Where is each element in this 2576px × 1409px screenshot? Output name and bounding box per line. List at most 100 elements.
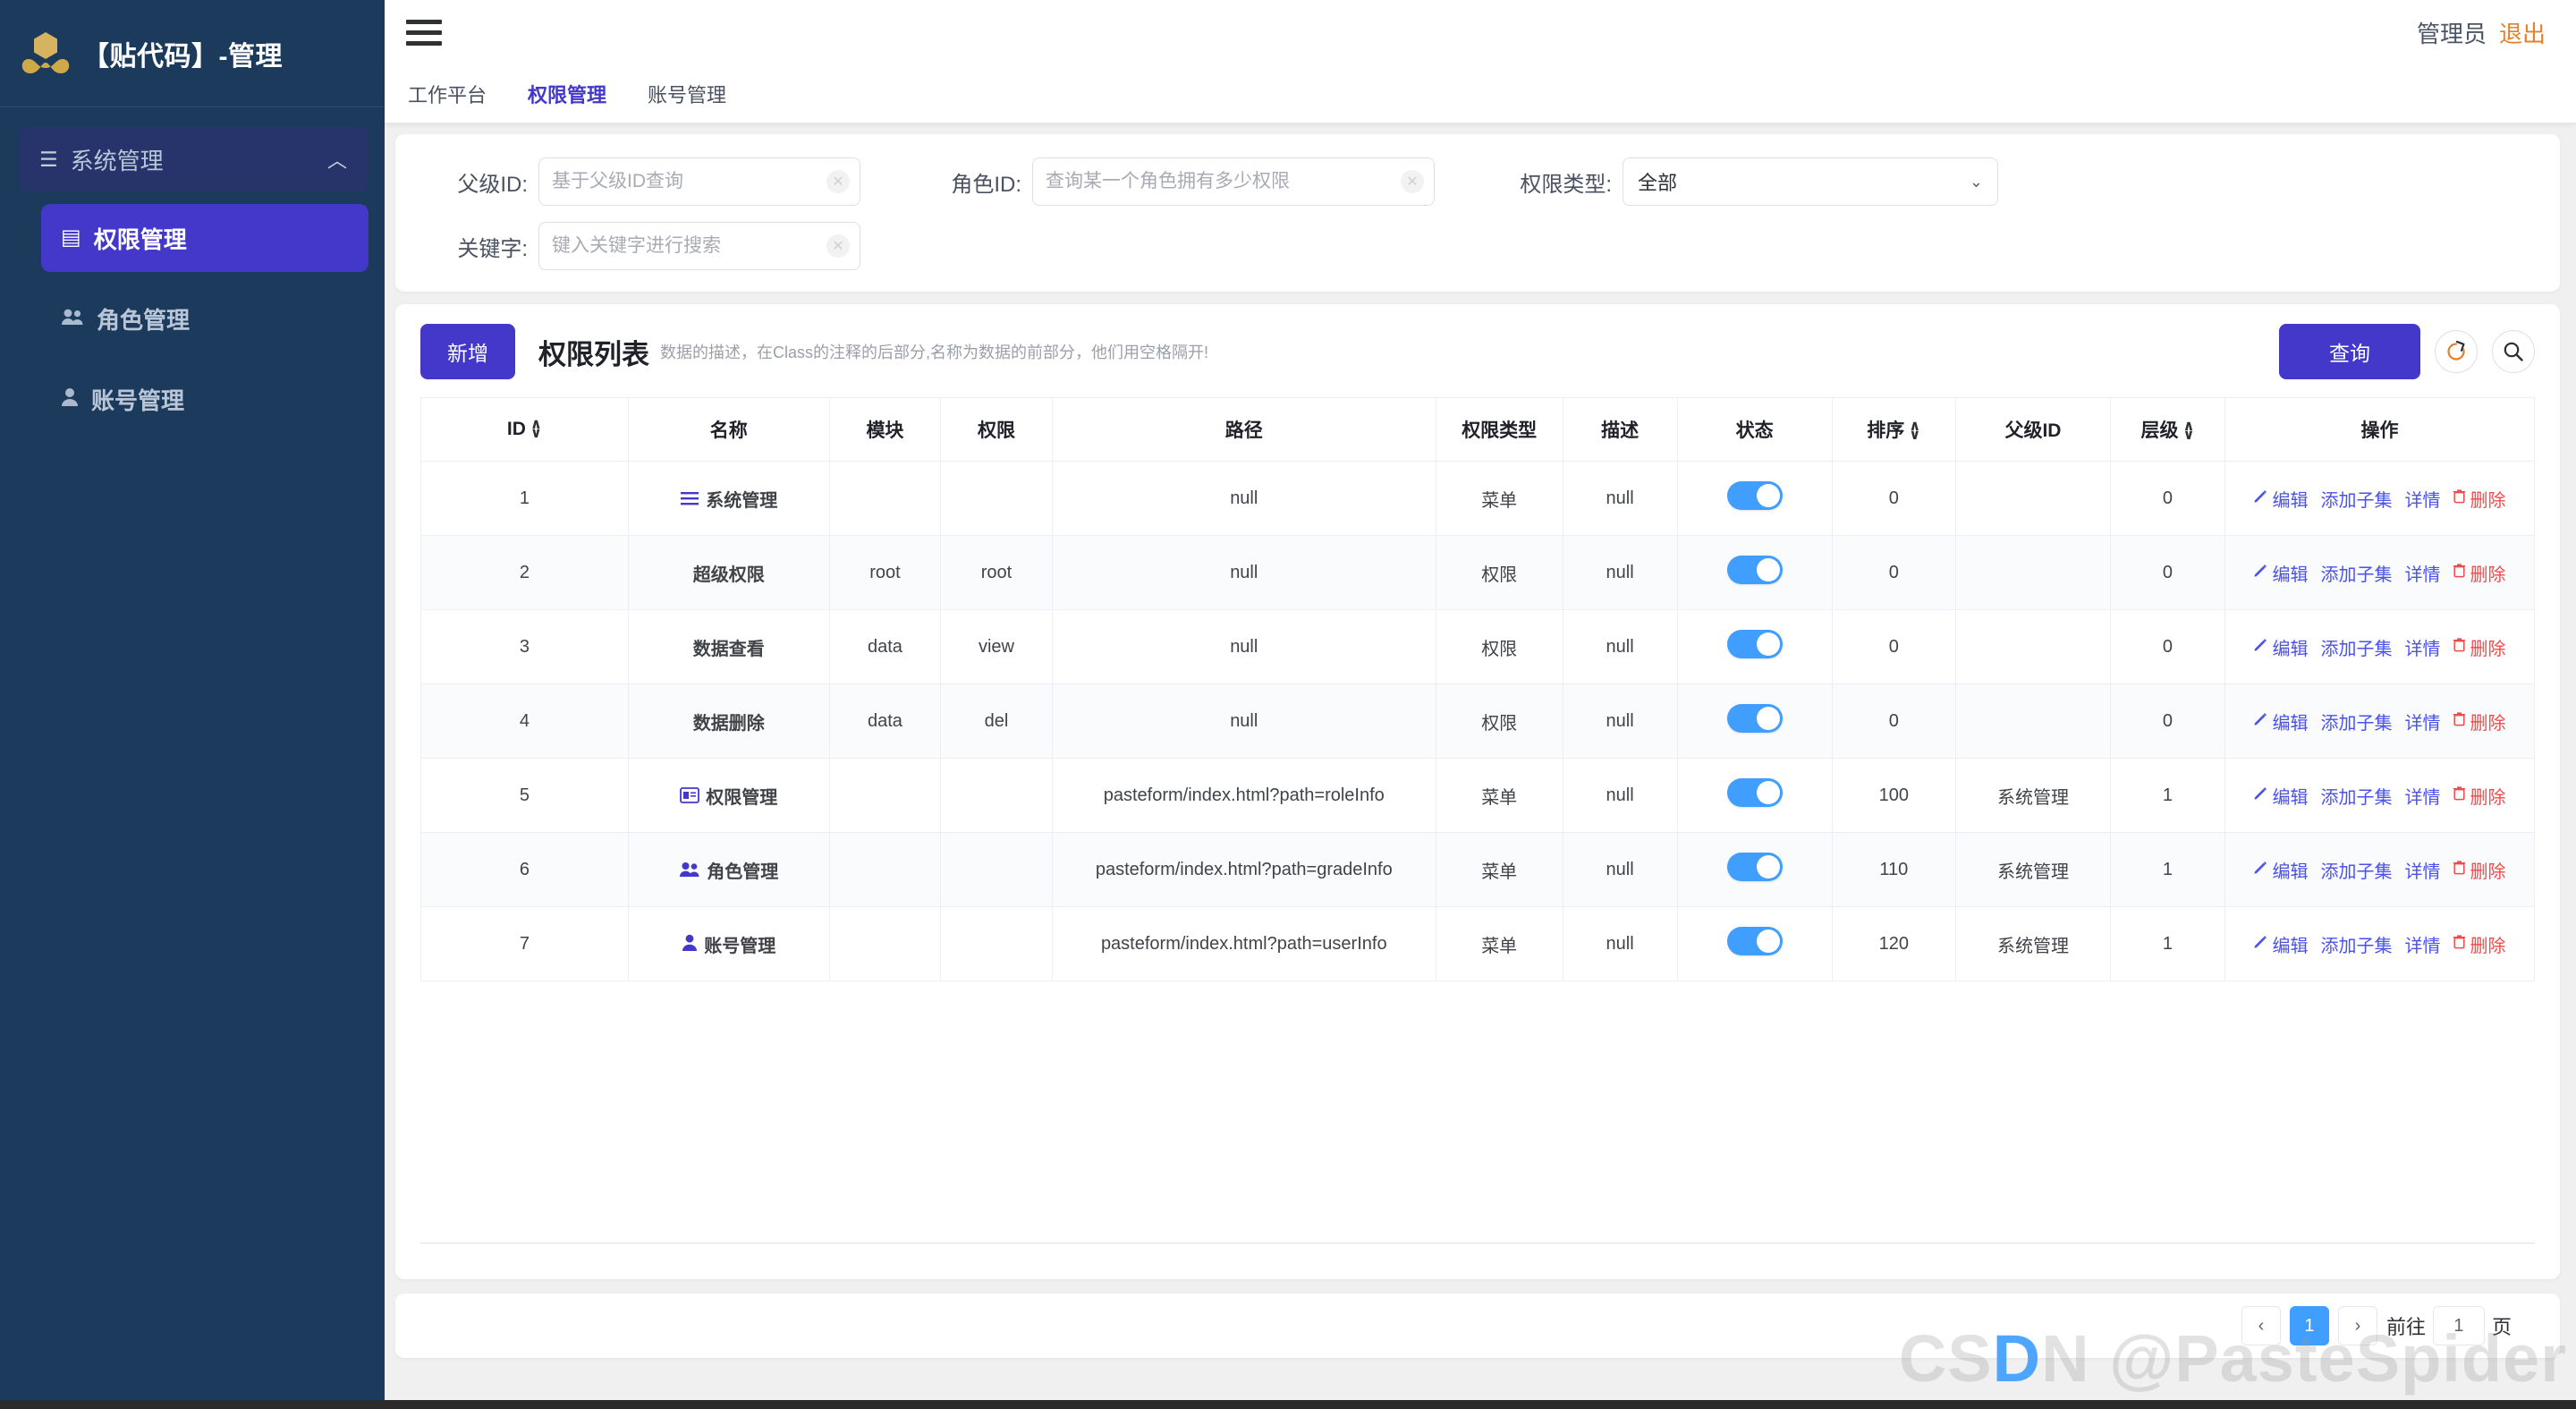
table-head: ID ∧ ∨ 名称 模块 权限 路径 权限类型 描述 状态 排序 ∧ ∨ 父级ID 层级…: [420, 397, 2536, 462]
sort-arrows-sort[interactable]: ∧ ∨: [1909, 419, 1920, 443]
filter-row-2: 关键字: ✕: [422, 222, 2533, 270]
tab-workbench[interactable]: 工作平台: [406, 74, 488, 114]
col-header-level[interactable]: 层级 ∧ ∨: [2109, 397, 2225, 462]
sidebar-logo[interactable]: 【贴代码】-管理: [0, 0, 385, 107]
query-button[interactable]: 查询: [2279, 324, 2420, 379]
field-perm-type: 权限类型: 全部 ⌄: [1485, 157, 1998, 206]
trash-icon: [2453, 563, 2466, 582]
action-label: 添加子集: [2320, 713, 2393, 734]
tab-account[interactable]: 账号管理: [646, 74, 728, 114]
action-edit[interactable]: 编辑: [2253, 931, 2308, 957]
cell-path: null: [1051, 461, 1436, 536]
sidebar-group-system[interactable]: ☰ 系统管理 ︿: [20, 127, 369, 191]
action-add-child[interactable]: 添加子集: [2320, 634, 2392, 660]
keyword-input[interactable]: [538, 222, 860, 270]
action-add-child[interactable]: 添加子集: [2320, 486, 2392, 512]
clear-circle-icon[interactable]: ✕: [826, 170, 850, 193]
action-delete[interactable]: 删除: [2453, 560, 2505, 586]
cell-id: 1: [420, 461, 629, 536]
perm-type-select[interactable]: 全部 ⌄: [1623, 157, 1998, 206]
cell-name[interactable]: 超级权限: [627, 535, 830, 610]
action-edit[interactable]: 编辑: [2253, 486, 2308, 512]
tab-permission[interactable]: 权限管理: [526, 74, 608, 114]
search-icon[interactable]: [2492, 330, 2535, 373]
action-delete[interactable]: 删除: [2453, 931, 2505, 957]
cell-type: 菜单: [1435, 906, 1563, 981]
action-detail[interactable]: 详情: [2404, 783, 2440, 809]
action-delete[interactable]: 删除: [2453, 486, 2505, 512]
action-add-child[interactable]: 添加子集: [2320, 783, 2392, 809]
action-detail[interactable]: 详情: [2404, 931, 2440, 957]
cell-status: [1676, 609, 1833, 684]
status-toggle[interactable]: [1726, 704, 1783, 733]
action-add-child[interactable]: 添加子集: [2320, 709, 2392, 734]
col-header-type: 权限类型: [1435, 397, 1563, 462]
sort-arrows-id[interactable]: ∧ ∨: [530, 417, 542, 441]
menu-lines-icon: [680, 490, 699, 511]
cell-id: 5: [420, 758, 629, 833]
chevron-up-icon[interactable]: ︿: [327, 145, 347, 174]
cell-sort: 0: [1831, 535, 1956, 610]
action-edit[interactable]: 编辑: [2253, 709, 2308, 734]
action-edit[interactable]: 编辑: [2253, 783, 2308, 809]
cell-level: 0: [2109, 535, 2225, 610]
sort-arrows-level[interactable]: ∧ ∨: [2182, 419, 2194, 443]
action-detail[interactable]: 详情: [2404, 857, 2440, 883]
user-icon: [682, 934, 698, 956]
action-detail[interactable]: 详情: [2404, 560, 2440, 586]
cell-type: 权限: [1435, 609, 1563, 684]
col-header-id[interactable]: ID ∧ ∨: [420, 397, 629, 462]
action-delete[interactable]: 删除: [2453, 709, 2505, 734]
cell-name[interactable]: 角色管理: [627, 832, 830, 907]
cell-name[interactable]: 数据删除: [627, 683, 830, 759]
parent-id-input[interactable]: [538, 157, 860, 206]
action-detail[interactable]: 详情: [2404, 486, 2440, 512]
action-edit[interactable]: 编辑: [2253, 857, 2308, 883]
role-id-input[interactable]: [1032, 157, 1435, 206]
col-header-sort[interactable]: 排序 ∧ ∨: [1831, 397, 1956, 462]
app-root: 【贴代码】-管理 ☰ 系统管理 ︿ ▤ 权限管理 角色管理 账号管理 管理员 退…: [0, 0, 2576, 1409]
action-label: 详情: [2404, 490, 2441, 511]
jump-page-input[interactable]: [2432, 1306, 2485, 1345]
cell-name[interactable]: 数据查看: [627, 609, 830, 684]
role-id-input-wrap: ✕: [1032, 157, 1435, 206]
clear-circle-icon[interactable]: ✕: [826, 234, 850, 258]
action-edit[interactable]: 编辑: [2253, 634, 2308, 660]
clear-circle-icon[interactable]: ✕: [1401, 170, 1424, 193]
status-toggle[interactable]: [1726, 630, 1783, 658]
status-toggle[interactable]: [1726, 778, 1783, 807]
sidebar-item-permission[interactable]: ▤ 权限管理: [41, 204, 369, 272]
pagination-next[interactable]: ›: [2337, 1306, 2377, 1345]
parent-id-input-wrap: ✕: [538, 157, 860, 206]
cell-name[interactable]: 账号管理: [627, 906, 830, 981]
status-toggle[interactable]: [1726, 927, 1783, 955]
action-add-child[interactable]: 添加子集: [2320, 931, 2392, 957]
action-delete[interactable]: 删除: [2453, 634, 2505, 660]
refresh-icon[interactable]: [2435, 330, 2478, 373]
status-toggle[interactable]: [1726, 481, 1783, 510]
action-add-child[interactable]: 添加子集: [2320, 560, 2392, 586]
cell-actions: 编辑 添加子集 详情 删除: [2224, 832, 2536, 907]
cell-desc: null: [1562, 832, 1678, 907]
pagination-prev[interactable]: ‹: [2241, 1306, 2281, 1345]
sidebar-item-account[interactable]: 账号管理: [41, 365, 369, 433]
cell-name[interactable]: 权限管理: [627, 758, 830, 833]
hamburger-menu-icon[interactable]: [406, 13, 442, 52]
users-icon: [61, 308, 84, 330]
cell-perm: [940, 832, 1053, 907]
action-edit[interactable]: 编辑: [2253, 560, 2308, 586]
sidebar-item-role[interactable]: 角色管理: [41, 284, 369, 352]
action-detail[interactable]: 详情: [2404, 634, 2440, 660]
add-button[interactable]: 新增: [420, 324, 515, 379]
cell-name[interactable]: 系统管理: [627, 461, 830, 536]
trash-icon: [2453, 934, 2466, 954]
action-delete[interactable]: 删除: [2453, 783, 2505, 809]
action-delete[interactable]: 删除: [2453, 857, 2505, 883]
status-toggle[interactable]: [1726, 853, 1783, 881]
pagination-page-1[interactable]: 1: [2289, 1306, 2329, 1345]
logout-button[interactable]: 退出: [2499, 16, 2546, 49]
action-add-child[interactable]: 添加子集: [2320, 857, 2392, 883]
action-label: 删除: [2470, 639, 2506, 659]
status-toggle[interactable]: [1726, 556, 1783, 584]
action-detail[interactable]: 详情: [2404, 709, 2440, 734]
